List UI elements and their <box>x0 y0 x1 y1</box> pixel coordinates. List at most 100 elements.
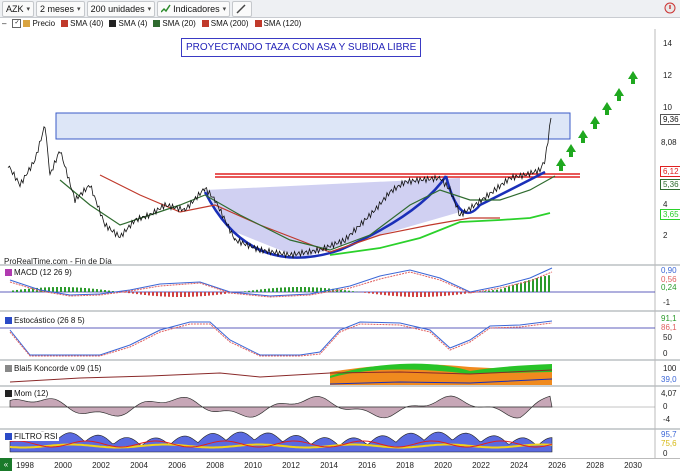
macd-bar <box>312 287 314 292</box>
alert-icon[interactable] <box>664 2 676 14</box>
legend-item-sma120[interactable]: SMA (120) <box>255 19 302 28</box>
macd-bar <box>400 292 402 296</box>
koncorde-color-swatch <box>5 365 12 372</box>
period-selector[interactable]: 2 meses▾ <box>36 1 85 17</box>
macd-bar <box>548 275 550 292</box>
data-source-label: ProRealTime.com - Fin de Día <box>4 257 112 266</box>
resistance-tag: 6,12 <box>660 166 680 177</box>
macd-bar <box>264 289 266 292</box>
x-tick-year: 2014 <box>320 461 338 470</box>
y-tick: -4 <box>663 415 670 424</box>
stoch-label[interactable]: Estocástico (26 8 5) <box>3 316 87 325</box>
macd-bar <box>156 292 158 296</box>
units-selector[interactable]: 200 unidades▾ <box>87 1 156 17</box>
macd-bar <box>184 292 186 297</box>
koncorde-label[interactable]: Blai5 Koncorde v.09 (15) <box>3 364 103 373</box>
panel-title: Blai5 Koncorde v.09 (15) <box>14 364 101 373</box>
momentum-color-swatch <box>5 390 12 397</box>
legend-item-sma20[interactable]: SMA (20) <box>153 19 195 28</box>
macd-bar <box>196 292 198 297</box>
rsi-label[interactable]: FILTRO RSI <box>3 432 59 441</box>
legend-item-precio[interactable]: ✓Precio <box>12 19 55 28</box>
macd-bar <box>24 289 26 292</box>
scroll-left-icon[interactable]: « <box>0 458 12 471</box>
macd-bar <box>168 292 170 297</box>
symbol-selector[interactable]: AZK▾ <box>2 1 34 17</box>
y-tick: 10 <box>663 103 672 112</box>
legend-item-sma4[interactable]: SMA (4) <box>109 19 147 28</box>
macd-bar <box>132 292 134 294</box>
panel-title: Mom (12) <box>14 389 48 398</box>
y-tick: 0,24 <box>661 283 677 292</box>
macd-bar <box>372 292 374 294</box>
macd-bar <box>380 292 382 295</box>
x-tick-year: 2008 <box>206 461 224 470</box>
macd-bar <box>392 292 394 296</box>
x-axis[interactable]: 1998200020022004200620082010201220142016… <box>0 458 680 472</box>
macd-bar <box>276 288 278 292</box>
macd-bar <box>188 292 190 297</box>
macd-bar <box>396 292 398 296</box>
panel-title: MACD (12 26 9) <box>14 268 72 277</box>
macd-bar <box>496 290 498 292</box>
sma40-color-swatch <box>61 20 68 27</box>
macd-bar <box>376 292 378 294</box>
checkbox-icon[interactable]: ✓ <box>12 19 21 28</box>
macd-bar <box>444 292 446 296</box>
macd-bar <box>304 287 306 292</box>
price-chart[interactable] <box>0 29 680 458</box>
macd-bar <box>192 292 194 297</box>
collapse-icon[interactable]: – <box>2 19 6 28</box>
x-tick-year: 2002 <box>92 461 110 470</box>
y-tick: 91,1 <box>661 314 677 323</box>
stoch-color-swatch <box>5 317 12 324</box>
macd-bar <box>92 289 94 292</box>
momentum-label[interactable]: Mom (12) <box>3 389 50 398</box>
momentum-area <box>10 396 552 418</box>
legend-bar: – ✓Precio SMA (40) SMA (4) SMA (20) SMA … <box>0 17 680 29</box>
legend-item-sma200[interactable]: SMA (200) <box>202 19 249 28</box>
macd-bar <box>280 288 282 292</box>
macd-bar <box>448 292 450 296</box>
y-tick: 0 <box>663 449 667 458</box>
x-tick-year: 1998 <box>16 461 34 470</box>
macd-bar <box>60 287 62 292</box>
x-tick-year: 2028 <box>586 461 604 470</box>
legend-item-sma40[interactable]: SMA (40) <box>61 19 103 28</box>
indicators-label: Indicadores <box>173 4 220 14</box>
indicators-button[interactable]: Indicadores▾ <box>157 1 230 17</box>
macd-bar <box>28 289 30 292</box>
drawing-tool-button[interactable] <box>232 1 252 17</box>
macd-bar <box>272 288 274 292</box>
window-controls <box>664 2 676 14</box>
macd-bar <box>520 283 522 292</box>
chevron-down-icon: ▾ <box>27 5 31 13</box>
macd-bar <box>72 287 74 292</box>
macd-bar <box>88 288 90 292</box>
x-tick-year: 2022 <box>472 461 490 470</box>
units-label: 200 unidades <box>91 4 145 14</box>
macd-bar <box>296 287 298 292</box>
macd-bar <box>452 292 454 295</box>
macd-bar <box>540 277 542 292</box>
x-tick-year: 2018 <box>396 461 414 470</box>
macd-bar <box>404 292 406 297</box>
y-tick: 39,0 <box>661 375 677 384</box>
macd-bar <box>172 292 174 297</box>
macd-bar <box>200 292 202 296</box>
annotation-box[interactable]: PROYECTANDO TAZA CON ASA Y SUBIDA LIBRE <box>181 38 421 57</box>
macd-bar <box>440 292 442 296</box>
y-tick: 14 <box>663 39 672 48</box>
macd-bar <box>424 292 426 297</box>
macd-label[interactable]: MACD (12 26 9) <box>3 268 74 277</box>
chevron-down-icon: ▾ <box>148 5 152 13</box>
macd-bar <box>260 289 262 292</box>
macd-bar <box>248 291 250 292</box>
x-tick-year: 2010 <box>244 461 262 470</box>
y-tick: 2 <box>663 231 667 240</box>
macd-bar <box>316 288 318 292</box>
y-tick: -1 <box>663 298 670 307</box>
macd-color-swatch <box>5 269 12 276</box>
macd-bar <box>284 287 286 292</box>
macd-bar <box>516 284 518 292</box>
